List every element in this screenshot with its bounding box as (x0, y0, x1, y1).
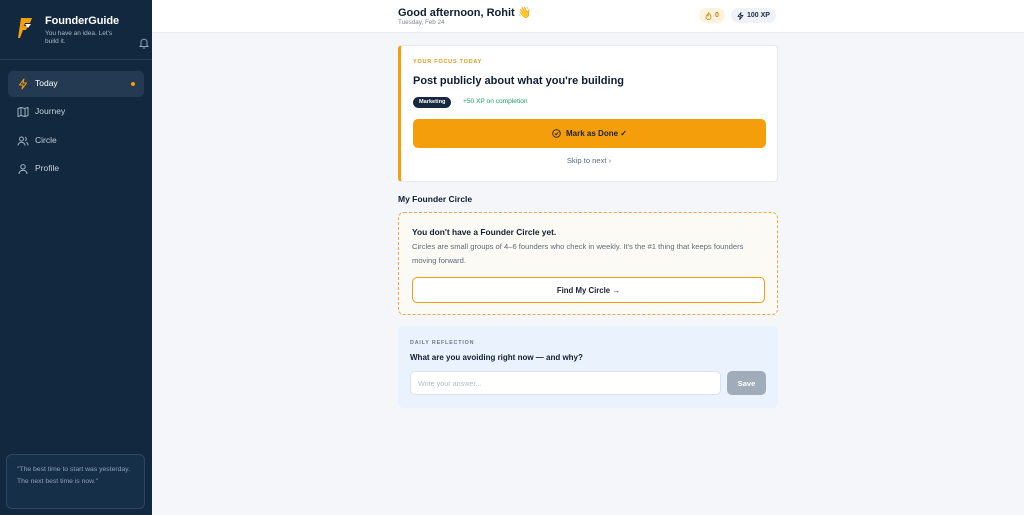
mark-done-label: Mark as Done ✓ (566, 129, 627, 138)
xp-badge[interactable]: 100 XP (731, 8, 776, 23)
bolt-icon (19, 78, 27, 90)
category-tag: Marketing (413, 97, 452, 108)
sidebar-item-journey[interactable]: Journey (8, 99, 144, 125)
focus-title: Post publicly about what you're building (413, 75, 625, 87)
brand-tagline: You have an idea. Let's build it. (45, 30, 113, 45)
xp-count: 100 XP (747, 12, 770, 19)
focus-card: YOUR FOCUS TODAY Post publicly about wha… (398, 45, 778, 182)
brand-name: FounderGuide (45, 15, 119, 27)
active-dot (131, 82, 135, 86)
reflection-card: DAILY REFLECTION What are you avoiding r… (398, 326, 778, 408)
circle-section-title: My Founder Circle (398, 194, 473, 204)
reflection-question: What are you avoiding right now — and wh… (410, 353, 583, 362)
reflection-eyebrow: DAILY REFLECTION (410, 340, 475, 346)
map-icon (17, 107, 29, 118)
quote-box: "The best time to start was yesterday. T… (6, 454, 145, 509)
sidebar-item-label: Profile (35, 162, 60, 173)
sidebar-item-profile[interactable]: Profile (8, 156, 144, 182)
sidebar: FounderGuide You have an idea. Let's bui… (0, 0, 152, 515)
flame-icon (705, 11, 712, 20)
sidebar-item-label: Journey (35, 106, 66, 117)
xp-reward-note: +50 XP on completion (463, 98, 528, 105)
sidebar-divider (0, 59, 152, 60)
reflection-input[interactable] (410, 371, 721, 395)
circle-description: Circles are small groups of 4–6 founders… (412, 242, 744, 265)
topbar: Good afternoon, Rohit 👋 Tuesday, Feb 24 … (152, 0, 1024, 33)
brand[interactable]: FounderGuide You have an idea. Let's bui… (16, 14, 150, 49)
sidebar-item-today[interactable]: Today (8, 71, 144, 97)
streak-badge[interactable]: 0 (699, 8, 725, 23)
circle-card: You don't have a Founder Circle yet. Cir… (398, 212, 778, 315)
bolt-icon (737, 11, 744, 20)
user-icon (18, 163, 28, 174)
date-label: Tuesday, Feb 24 (398, 19, 445, 26)
find-circle-button[interactable]: Find My Circle → (412, 277, 765, 303)
users-icon (17, 136, 29, 146)
greeting: Good afternoon, Rohit 👋 (398, 7, 532, 19)
skip-link[interactable]: Skip to next › (401, 156, 777, 165)
mark-done-button[interactable]: Mark as Done ✓ (413, 119, 766, 148)
focus-eyebrow: YOUR FOCUS TODAY (413, 59, 483, 65)
bell-icon[interactable] (138, 37, 150, 49)
circle-title: You don't have a Founder Circle yet. (412, 227, 557, 237)
check-circle-icon (552, 129, 561, 138)
sidebar-item-circle[interactable]: Circle (8, 128, 144, 154)
sidebar-item-label: Today (35, 78, 58, 88)
logo-icon (18, 18, 32, 38)
sidebar-item-label: Circle (35, 134, 57, 145)
save-button[interactable]: Save (727, 371, 766, 395)
sidebar-nav: Today Journey Circle Profile (8, 71, 144, 184)
streak-count: 0 (715, 12, 719, 19)
